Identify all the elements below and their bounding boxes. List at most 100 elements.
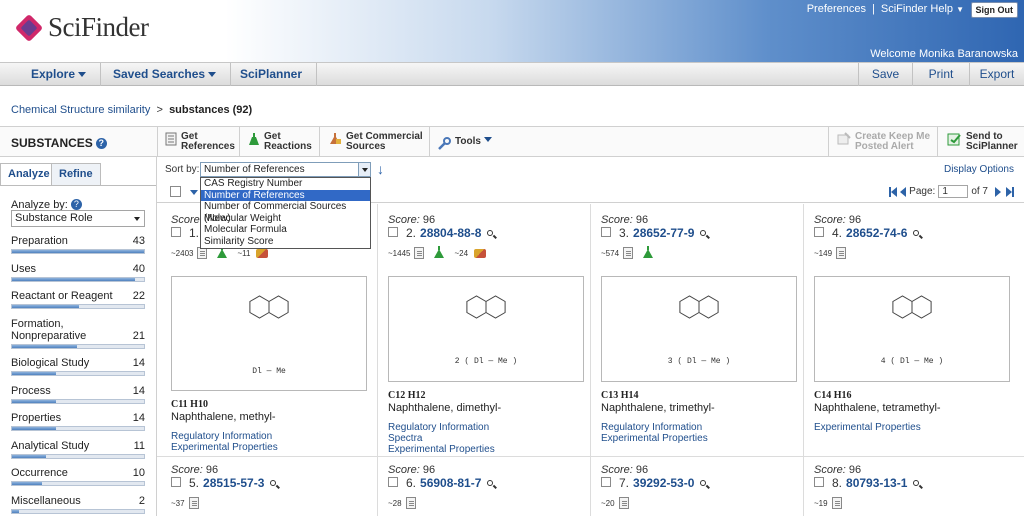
result-checkbox[interactable] — [388, 227, 398, 237]
facet-bar[interactable] — [11, 454, 145, 459]
references-icon[interactable] — [623, 247, 634, 259]
facet-item[interactable]: Preparation 43 — [11, 235, 145, 254]
references-icon[interactable] — [188, 497, 199, 509]
create-alert-button[interactable]: Create Keep Me Posted Alert — [837, 132, 930, 152]
facet-item[interactable]: Formation, Nonpreparative 21 — [11, 318, 145, 349]
facet-bar[interactable] — [11, 509, 145, 514]
substance-detail-link[interactable]: Experimental Properties — [601, 433, 708, 444]
tab-refine[interactable]: Refine — [51, 163, 101, 186]
tab-analyze[interactable]: Analyze — [0, 163, 58, 186]
cas-registry-link[interactable]: 28652-74-6 — [846, 226, 907, 240]
substance-detail-link[interactable]: Regulatory Information — [601, 422, 708, 433]
facet-item[interactable]: Reactant or Reagent 22 — [11, 290, 145, 309]
help-icon[interactable]: ? — [70, 199, 82, 210]
cas-registry-link[interactable]: 28515-57-3 — [203, 476, 264, 490]
sort-option[interactable]: Number of References — [201, 189, 370, 202]
facet-item[interactable]: Properties 14 — [11, 412, 145, 431]
structure-image[interactable]: 3 ( Dl — Me ) — [601, 276, 797, 382]
facet-item[interactable]: Biological Study 14 — [11, 357, 145, 376]
get-references-button[interactable]: Get References — [165, 132, 235, 152]
result-checkbox[interactable] — [814, 227, 824, 237]
magnifier-icon[interactable] — [913, 480, 920, 486]
sort-option[interactable]: Number of Commercial Sources (New) — [201, 201, 370, 224]
sort-option[interactable]: Similarity Score — [201, 236, 370, 248]
sort-by-select[interactable]: Number of References — [200, 162, 371, 177]
facet-item[interactable]: Occurrence 10 — [11, 467, 145, 486]
nav-saved-searches[interactable]: Saved Searches — [99, 63, 232, 86]
substance-detail-link[interactable]: Experimental Properties — [814, 422, 921, 433]
magnifier-icon[interactable] — [270, 480, 277, 486]
facet-bar[interactable] — [11, 277, 145, 282]
chevron-down-icon[interactable] — [358, 163, 370, 176]
reactions-icon[interactable] — [434, 245, 445, 258]
structure-image[interactable]: 4 ( Dl — Me ) — [814, 276, 1010, 382]
references-icon[interactable] — [618, 497, 629, 509]
sort-direction-icon[interactable]: ↓ — [377, 161, 384, 177]
facet-bar[interactable] — [11, 249, 145, 254]
result-checkbox[interactable] — [171, 227, 181, 237]
cas-registry-link[interactable]: 28652-77-9 — [633, 226, 694, 240]
result-checkbox[interactable] — [601, 477, 611, 487]
magnifier-icon[interactable] — [913, 230, 920, 236]
facet-item[interactable]: Miscellaneous 2 — [11, 495, 145, 514]
result-checkbox[interactable] — [171, 477, 181, 487]
magnifier-icon[interactable] — [700, 480, 707, 486]
result-checkbox[interactable] — [814, 477, 824, 487]
facet-item[interactable]: Uses 40 — [11, 263, 145, 282]
substance-detail-link[interactable]: Experimental Properties — [388, 444, 495, 455]
substance-detail-link[interactable]: Regulatory Information — [171, 431, 278, 442]
select-options-icon[interactable] — [190, 190, 198, 195]
sort-option[interactable]: Molecular Weight — [201, 213, 370, 225]
tools-menu[interactable]: Tools — [437, 137, 492, 151]
facet-bar[interactable] — [11, 344, 145, 349]
references-icon[interactable] — [836, 247, 847, 259]
export-button[interactable]: Export — [969, 63, 1024, 86]
save-button[interactable]: Save — [858, 63, 912, 86]
cas-registry-link[interactable]: 56908-81-7 — [420, 476, 481, 490]
magnifier-icon[interactable] — [487, 230, 494, 236]
next-page-icon[interactable] — [995, 186, 1001, 197]
structure-image[interactable]: Dl — Me — [171, 276, 367, 391]
references-icon[interactable] — [197, 247, 208, 259]
cas-registry-link[interactable]: 80793-13-1 — [846, 476, 907, 490]
print-button[interactable]: Print — [912, 63, 969, 86]
result-checkbox[interactable] — [388, 477, 398, 487]
commercial-sources-icon[interactable] — [256, 248, 269, 258]
display-options-link[interactable]: Display Options — [944, 164, 1014, 175]
scifinder-logo[interactable]: SciFinder — [14, 12, 149, 43]
facet-item[interactable]: Analytical Study 11 — [11, 440, 145, 459]
references-icon[interactable] — [414, 247, 425, 259]
references-icon[interactable] — [405, 497, 416, 509]
last-page-icon[interactable] — [1012, 186, 1014, 197]
facet-bar[interactable] — [11, 426, 145, 431]
facet-item[interactable]: Process 14 — [11, 385, 145, 404]
get-commercial-sources-button[interactable]: Get Commercial Sources — [328, 132, 423, 152]
magnifier-icon[interactable] — [487, 480, 494, 486]
get-reactions-button[interactable]: Get Reactions — [248, 132, 312, 152]
reactions-icon[interactable] — [217, 245, 228, 258]
nav-explore[interactable]: Explore — [17, 63, 102, 86]
preferences-link[interactable]: Preferences — [807, 3, 866, 15]
analyze-by-select[interactable]: Substance Role — [11, 210, 145, 227]
sign-out-button[interactable]: Sign Out — [970, 2, 1018, 18]
result-checkbox[interactable] — [601, 227, 611, 237]
structure-image[interactable]: 2 ( Dl — Me ) — [388, 276, 584, 382]
previous-page-icon[interactable] — [900, 186, 907, 197]
sort-option[interactable]: Molecular Formula — [201, 224, 370, 236]
nav-sciplanner[interactable]: SciPlanner — [226, 63, 318, 86]
facet-bar[interactable] — [11, 371, 145, 376]
breadcrumb-link[interactable]: Chemical Structure similarity — [11, 104, 150, 116]
references-icon[interactable] — [831, 497, 842, 509]
reactions-icon[interactable] — [643, 245, 654, 258]
sort-option[interactable]: CAS Registry Number — [201, 178, 370, 190]
facet-bar[interactable] — [11, 481, 145, 486]
cas-registry-link[interactable]: 39292-53-0 — [633, 476, 694, 490]
substance-detail-link[interactable]: Regulatory Information — [388, 422, 495, 433]
scifinder-help-link[interactable]: SciFinder Help ▼ — [881, 3, 964, 15]
substance-detail-link[interactable]: Experimental Properties — [171, 442, 278, 453]
commercial-sources-icon[interactable] — [474, 248, 487, 258]
cas-registry-link[interactable]: 28804-88-8 — [420, 226, 481, 240]
substance-detail-link[interactable]: Spectra — [388, 433, 495, 444]
facet-bar[interactable] — [11, 399, 145, 404]
select-all-checkbox[interactable] — [170, 186, 181, 197]
